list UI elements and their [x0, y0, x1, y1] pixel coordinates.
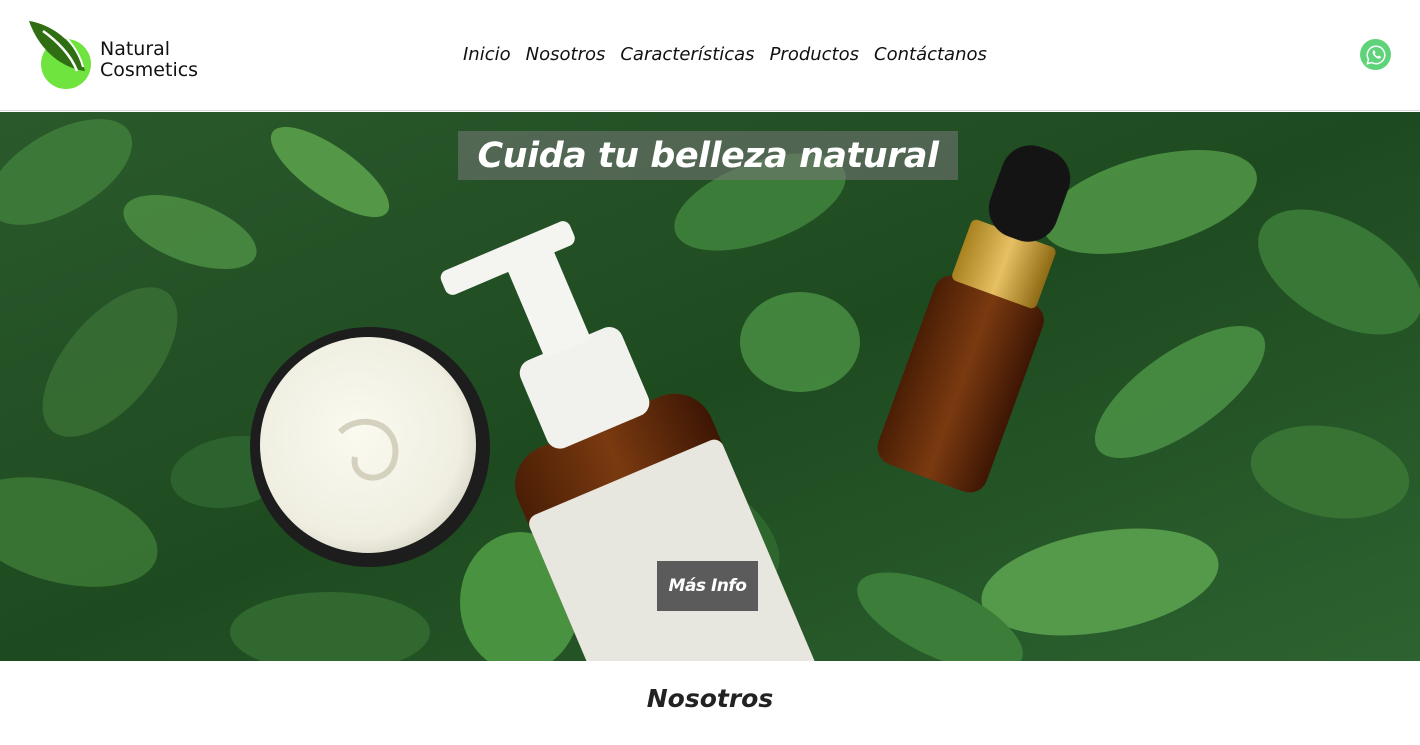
brand-name-line1: Natural: [100, 38, 171, 60]
hero-title-box: Cuida tu belleza natural: [458, 131, 958, 180]
brand-name-line2: Cosmetics: [100, 59, 199, 81]
hero-banner: Cuida tu belleza natural Más Info: [0, 112, 1420, 661]
whatsapp-button[interactable]: [1360, 39, 1391, 70]
leaf-logo-icon: [29, 21, 91, 89]
whatsapp-icon: [1365, 45, 1386, 65]
section-title-nosotros: Nosotros: [646, 684, 774, 713]
hero-title: Cuida tu belleza natural: [477, 135, 939, 176]
brand-logo[interactable]: Natural Cosmetics: [27, 19, 217, 91]
nav-item-contactanos[interactable]: Contáctanos: [874, 43, 987, 67]
brand-name: Natural Cosmetics: [100, 39, 198, 81]
main-nav: Inicio Nosotros Características Producto…: [463, 43, 1002, 67]
site-header: Natural Cosmetics Inicio Nosotros Caract…: [0, 0, 1420, 111]
nav-item-inicio[interactable]: Inicio: [463, 43, 511, 67]
nav-item-nosotros[interactable]: Nosotros: [526, 43, 606, 67]
more-info-button[interactable]: Más Info: [657, 561, 758, 611]
nav-item-caracteristicas[interactable]: Características: [620, 43, 754, 67]
nav-item-productos[interactable]: Productos: [770, 43, 859, 67]
